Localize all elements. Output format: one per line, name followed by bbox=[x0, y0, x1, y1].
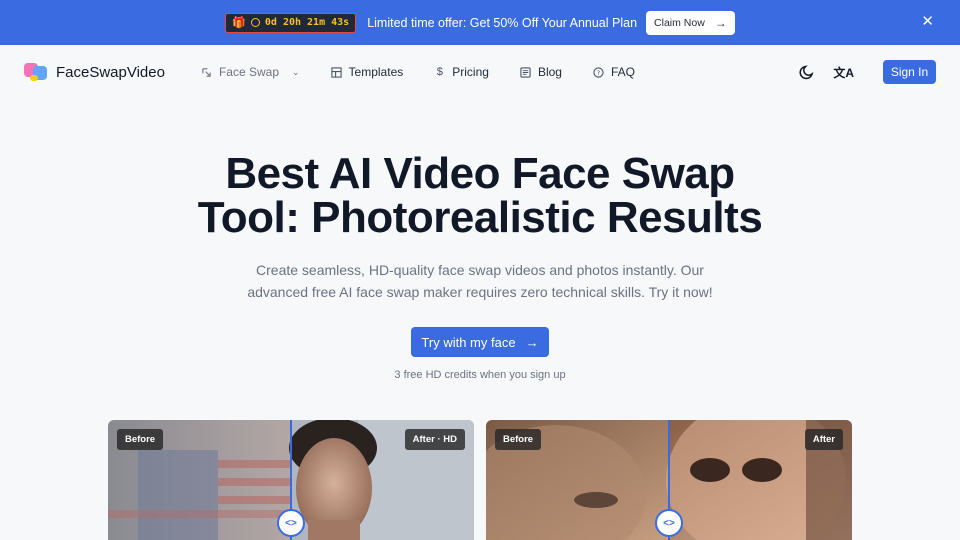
brand-name: FaceSwapVideo bbox=[56, 63, 165, 81]
nav-label-blog: Blog bbox=[537, 65, 562, 79]
arrow-right-icon: → bbox=[525, 334, 539, 350]
before-badge: Before bbox=[495, 429, 542, 450]
claim-now-button[interactable]: Claim Now → bbox=[646, 10, 735, 35]
promo-text: Limited time offer: Get 50% Off Your Ann… bbox=[367, 15, 638, 30]
close-icon[interactable]: ✕ bbox=[921, 14, 934, 29]
grid-icon bbox=[330, 66, 342, 78]
hero-subtitle-line-1: Create seamless, HD-quality face swap vi… bbox=[256, 262, 704, 278]
claim-now-label: Claim Now bbox=[654, 16, 705, 29]
nav-item-pricing[interactable]: $ Pricing bbox=[434, 65, 489, 79]
countdown-value: 0d 20h 21m 43s bbox=[264, 17, 350, 28]
dollar-icon: $ bbox=[436, 65, 443, 78]
hero-subtitle-line-2: advanced free AI face swap maker require… bbox=[247, 284, 713, 300]
nav-item-templates[interactable]: Templates bbox=[330, 65, 404, 79]
nav-links: Face Swap ⌄ Templates $ Pricing Blog ? F… bbox=[201, 65, 666, 79]
sign-in-button[interactable]: Sign In bbox=[883, 60, 936, 84]
language-icon[interactable]: 文A bbox=[833, 64, 854, 81]
nav-label-face-swap: Face Swap bbox=[218, 65, 279, 79]
nav-label-pricing: Pricing bbox=[452, 65, 489, 79]
help-circle-icon: ? bbox=[593, 66, 604, 78]
logo-icon bbox=[24, 61, 48, 83]
nav-item-blog[interactable]: Blog bbox=[520, 65, 562, 79]
face-swap-icon bbox=[202, 67, 211, 77]
moon-icon[interactable] bbox=[799, 64, 815, 80]
chevrons-left-right-icon: <> bbox=[663, 517, 675, 529]
cta-label: Try with my face bbox=[421, 334, 516, 350]
chevrons-left-right-icon: <> bbox=[285, 517, 297, 529]
svg-text:?: ? bbox=[597, 68, 600, 76]
try-with-my-face-button[interactable]: Try with my face → bbox=[411, 327, 549, 357]
stopwatch-icon bbox=[250, 18, 260, 27]
hero-title: Best AI Video Face Swap Tool: Photoreali… bbox=[0, 152, 960, 240]
before-badge: Before bbox=[117, 429, 164, 450]
nav-label-templates: Templates bbox=[348, 65, 404, 79]
promo-banner: 🎁 0d 20h 21m 43s Limited time offer: Get… bbox=[0, 0, 960, 45]
chevron-down-icon: ⌄ bbox=[292, 66, 300, 77]
arrow-right-icon: → bbox=[714, 15, 727, 30]
nav-label-faq: FAQ bbox=[610, 65, 635, 79]
hero-title-line-2: Tool: Photorealistic Results bbox=[197, 193, 763, 242]
cta-note: 3 free HD credits when you sign up bbox=[394, 369, 566, 381]
nav-item-faq[interactable]: ? FAQ bbox=[593, 65, 635, 79]
nav-actions: 文A Sign In bbox=[799, 60, 936, 84]
comparison-slider-man[interactable]: Before After · HD <> bbox=[108, 420, 474, 540]
newspaper-icon bbox=[520, 66, 531, 78]
after-badge: After · HD bbox=[404, 429, 465, 450]
slider-handle[interactable]: <> bbox=[277, 509, 305, 537]
comparison-slider-woman[interactable]: Before After <> bbox=[486, 420, 852, 540]
countdown-timer: 🎁 0d 20h 21m 43s bbox=[225, 12, 357, 33]
nav-item-face-swap[interactable]: Face Swap ⌄ bbox=[201, 65, 300, 79]
gift-icon: 🎁 bbox=[232, 16, 246, 29]
navbar: FaceSwapVideo Face Swap ⌄ Templates $ Pr… bbox=[0, 45, 960, 99]
hero-title-line-1: Best AI Video Face Swap bbox=[225, 149, 735, 198]
hero-subtitle: Create seamless, HD-quality face swap vi… bbox=[0, 259, 960, 303]
logo[interactable]: FaceSwapVideo bbox=[24, 61, 165, 83]
slider-handle[interactable]: <> bbox=[655, 509, 683, 537]
after-badge: After bbox=[804, 429, 843, 450]
